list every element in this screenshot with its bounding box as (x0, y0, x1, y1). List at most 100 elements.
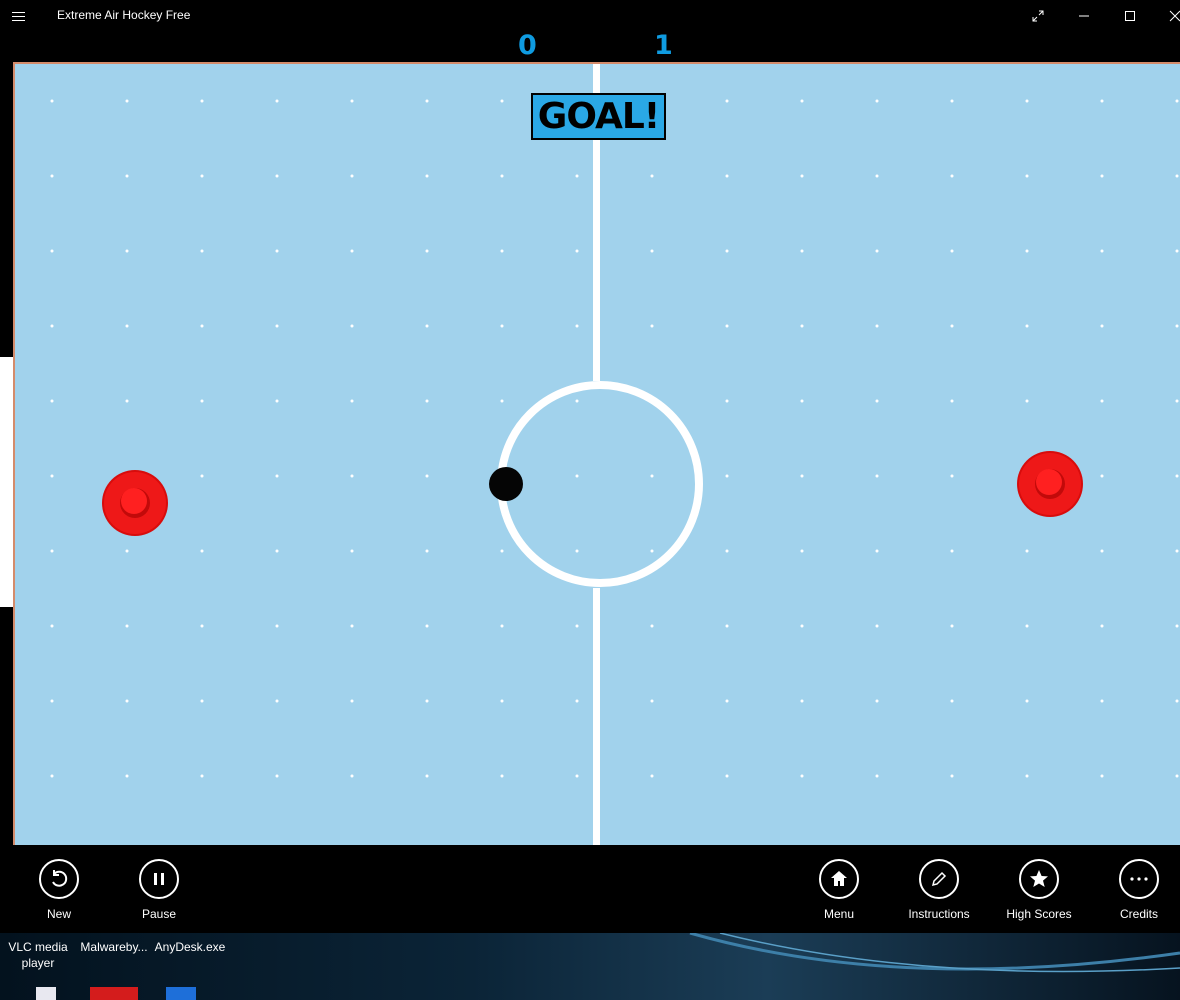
air-hole (125, 624, 129, 628)
air-hole (425, 324, 429, 328)
air-hole (425, 474, 429, 478)
maximize-button[interactable] (1107, 0, 1153, 32)
air-hole (575, 549, 579, 553)
center-line-bottom (593, 588, 600, 845)
air-hole (1025, 249, 1029, 253)
air-hole (50, 174, 54, 178)
rink-surface (50, 64, 1179, 845)
air-hole (1175, 624, 1179, 628)
air-hole (350, 624, 354, 628)
air-hole (1175, 774, 1179, 778)
air-hole (650, 549, 654, 553)
air-hole (1100, 549, 1104, 553)
air-hole (875, 324, 879, 328)
air-hole (350, 399, 354, 403)
air-hole (725, 624, 729, 628)
right-mallet[interactable] (1017, 451, 1083, 517)
air-hole (275, 699, 279, 703)
air-hole (500, 324, 504, 328)
air-hole (1025, 99, 1029, 103)
air-hole (800, 174, 804, 178)
air-hole (1175, 699, 1179, 703)
air-hole (350, 474, 354, 478)
air-hole (500, 399, 504, 403)
air-hole (350, 699, 354, 703)
air-hole (650, 624, 654, 628)
pause-icon (139, 859, 179, 899)
instructions-button[interactable]: Instructions (889, 859, 989, 921)
desktop-background: VLC media player Malwareby... AnyDesk.ex… (0, 933, 1180, 1000)
air-hole (50, 399, 54, 403)
command-bar: New Pause Menu Instructions High Scores … (0, 845, 1180, 933)
air-hole (425, 699, 429, 703)
air-holes (50, 99, 1179, 778)
air-hole (1100, 249, 1104, 253)
fullscreen-button[interactable] (1015, 0, 1061, 32)
air-hole (800, 624, 804, 628)
desktop-icon-malwarebytes[interactable]: Malwareby... (78, 939, 150, 955)
air-hole (650, 324, 654, 328)
rink[interactable] (13, 62, 1180, 845)
air-hole (800, 699, 804, 703)
air-hole (725, 549, 729, 553)
air-hole (950, 249, 954, 253)
air-hole (875, 399, 879, 403)
desktop-icon-vlc[interactable]: VLC media player (4, 939, 72, 971)
puck (489, 467, 523, 501)
new-game-button[interactable]: New (9, 859, 109, 921)
air-hole (125, 399, 129, 403)
air-hole (1100, 774, 1104, 778)
air-hole (425, 174, 429, 178)
air-hole (1175, 549, 1179, 553)
instructions-label: Instructions (908, 907, 970, 921)
air-hole (950, 549, 954, 553)
air-hole (1175, 399, 1179, 403)
air-hole (425, 624, 429, 628)
air-hole (50, 774, 54, 778)
air-hole (800, 399, 804, 403)
air-hole (350, 324, 354, 328)
menu-button[interactable]: Menu (789, 859, 889, 921)
air-hole (1100, 324, 1104, 328)
air-hole (50, 549, 54, 553)
undo-icon (39, 859, 79, 899)
air-hole (275, 99, 279, 103)
air-hole (275, 249, 279, 253)
maximize-icon (1125, 11, 1135, 21)
air-hole (800, 249, 804, 253)
left-mallet[interactable] (102, 470, 168, 536)
air-hole (875, 249, 879, 253)
goal-banner: GOAL! (531, 93, 666, 140)
air-hole (50, 474, 54, 478)
air-hole (575, 774, 579, 778)
air-hole (500, 699, 504, 703)
pause-button[interactable]: Pause (109, 859, 209, 921)
air-hole (1100, 399, 1104, 403)
air-hole (200, 699, 204, 703)
air-hole (875, 774, 879, 778)
air-hole (125, 249, 129, 253)
air-hole (500, 99, 504, 103)
air-hole (200, 774, 204, 778)
air-hole (875, 549, 879, 553)
air-hole (350, 174, 354, 178)
air-hole (575, 249, 579, 253)
air-hole (1100, 624, 1104, 628)
desktop-icon-anydesk[interactable]: AnyDesk.exe (154, 939, 226, 955)
credits-button[interactable]: Credits (1089, 859, 1180, 921)
menu-label: Menu (823, 907, 855, 921)
air-hole (425, 774, 429, 778)
hamburger-menu-icon[interactable] (12, 9, 32, 23)
air-hole (1025, 774, 1029, 778)
air-hole (125, 699, 129, 703)
close-button[interactable] (1153, 0, 1180, 32)
expand-icon (1032, 10, 1044, 22)
air-hole (200, 549, 204, 553)
air-hole (875, 474, 879, 478)
center-circle (497, 381, 703, 587)
air-hole (500, 174, 504, 178)
high-scores-button[interactable]: High Scores (989, 859, 1089, 921)
app-window: Extreme Air Hockey Free 0 1 GOAL! New Pa… (0, 0, 1180, 1000)
minimize-button[interactable] (1061, 0, 1107, 32)
air-hole (875, 699, 879, 703)
